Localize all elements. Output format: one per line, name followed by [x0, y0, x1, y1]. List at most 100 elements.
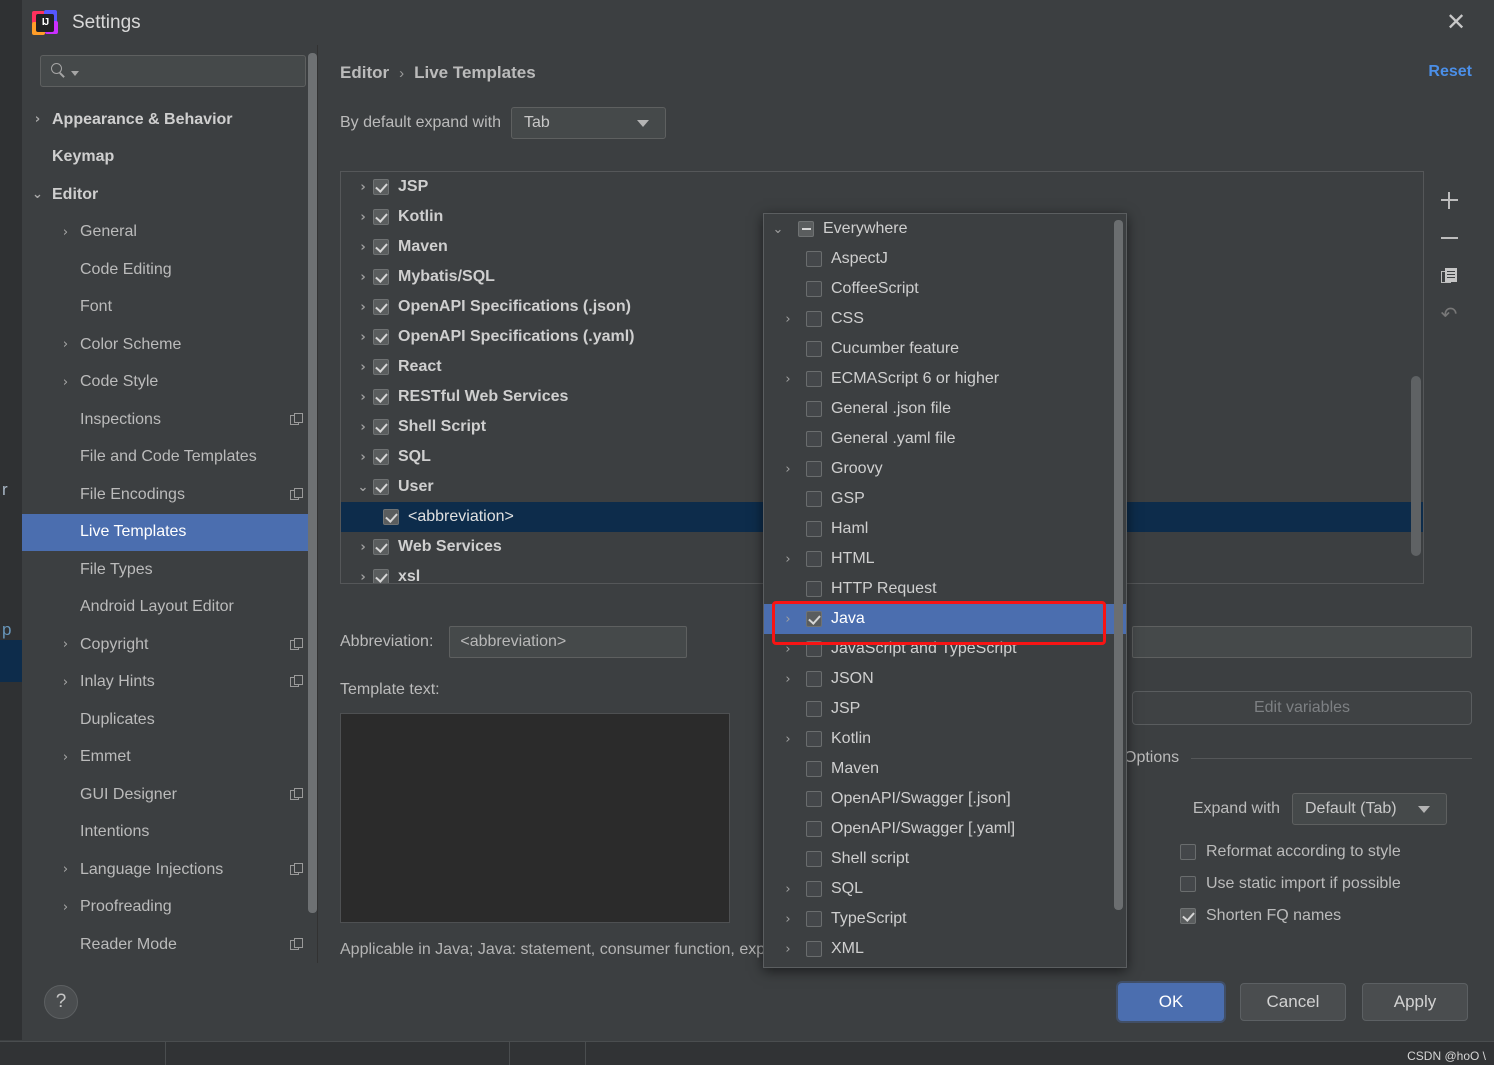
chevron-right-icon[interactable]: ›	[778, 942, 798, 957]
chevron-right-icon[interactable]: ›	[353, 240, 373, 255]
table-row[interactable]: › JSP	[341, 172, 1423, 202]
chevron-right-icon[interactable]: ›	[58, 750, 73, 765]
search-input[interactable]	[85, 62, 297, 80]
copy-settings-icon[interactable]	[290, 637, 304, 652]
chevron-right-icon[interactable]: ›	[353, 540, 373, 555]
sidebar-item-appearance-behavior[interactable]: › Appearance & Behavior	[22, 101, 318, 139]
chevron-right-icon[interactable]: ›	[778, 672, 798, 687]
checkbox-icon[interactable]	[798, 221, 814, 237]
list-item[interactable]: General .json file	[764, 394, 1126, 424]
sidebar-item-code-style[interactable]: › Code Style	[22, 364, 318, 402]
copy-settings-icon[interactable]	[290, 787, 304, 802]
checkbox-icon[interactable]	[806, 851, 822, 867]
chevron-right-icon[interactable]: ›	[58, 225, 73, 240]
list-item[interactable]: › JSON	[764, 664, 1126, 694]
chevron-right-icon[interactable]: ›	[58, 637, 73, 652]
checkbox-icon[interactable]	[806, 281, 822, 297]
expand-with-dropdown[interactable]: Default (Tab)	[1292, 793, 1447, 825]
list-item[interactable]: Haml	[764, 514, 1126, 544]
chevron-right-icon[interactable]: ›	[58, 375, 73, 390]
sidebar-item-file-types[interactable]: File Types	[22, 551, 318, 589]
duplicate-template-button[interactable]	[1434, 257, 1464, 295]
chevron-right-icon[interactable]: ›	[30, 112, 45, 127]
sidebar-item-keymap[interactable]: Keymap	[22, 139, 318, 177]
list-item[interactable]: › CSS	[764, 304, 1126, 334]
checkbox-icon[interactable]	[373, 269, 389, 285]
list-item[interactable]: General .yaml file	[764, 424, 1126, 454]
chevron-right-icon[interactable]: ›	[778, 882, 798, 897]
sidebar-item-file-encodings[interactable]: File Encodings	[22, 476, 318, 514]
checkbox-icon[interactable]	[1180, 908, 1196, 924]
ok-button[interactable]: OK	[1118, 983, 1224, 1021]
checkbox-icon[interactable]	[806, 671, 822, 687]
sidebar-item-file-and-code-templates[interactable]: File and Code Templates	[22, 439, 318, 477]
reset-link[interactable]: Reset	[1428, 63, 1472, 81]
sidebar-scrollbar[interactable]	[308, 45, 317, 963]
templates-tree-scrollbar[interactable]	[1411, 176, 1421, 579]
chevron-right-icon[interactable]: ›	[58, 900, 73, 915]
default-expand-dropdown[interactable]: Tab	[511, 107, 666, 139]
list-item[interactable]: ⌄ Everywhere	[764, 214, 1126, 244]
chevron-right-icon[interactable]: ›	[353, 450, 373, 465]
description-input[interactable]	[1132, 626, 1472, 658]
copy-settings-icon[interactable]	[290, 487, 304, 502]
checkbox-icon[interactable]	[806, 821, 822, 837]
sidebar-item-proofreading[interactable]: › Proofreading	[22, 889, 318, 927]
help-button[interactable]: ?	[44, 985, 78, 1019]
sidebar-item-editor[interactable]: ⌄ Editor	[22, 176, 318, 214]
checkbox-icon[interactable]	[806, 581, 822, 597]
checkbox-icon[interactable]	[806, 941, 822, 957]
chevron-right-icon[interactable]: ›	[353, 210, 373, 225]
chevron-right-icon[interactable]: ›	[778, 612, 798, 627]
checkbox-icon[interactable]	[806, 911, 822, 927]
chevron-right-icon[interactable]: ›	[778, 312, 798, 327]
chevron-right-icon[interactable]: ›	[353, 570, 373, 584]
copy-settings-icon[interactable]	[290, 862, 304, 877]
list-item[interactable]: Shell script	[764, 844, 1126, 874]
sidebar-item-gui-designer[interactable]: GUI Designer	[22, 776, 318, 814]
list-item[interactable]: JSP	[764, 694, 1126, 724]
chevron-right-icon[interactable]: ›	[353, 270, 373, 285]
checkbox-icon[interactable]	[373, 449, 389, 465]
list-item[interactable]: › XML	[764, 934, 1126, 964]
list-item[interactable]: › Java	[764, 604, 1126, 634]
abbreviation-input[interactable]	[449, 626, 688, 658]
chevron-down-icon[interactable]: ⌄	[353, 480, 373, 495]
chevron-right-icon[interactable]: ›	[353, 180, 373, 195]
breadcrumb-root[interactable]: Editor	[340, 63, 389, 83]
chevron-right-icon[interactable]: ›	[353, 360, 373, 375]
checkbox-icon[interactable]	[806, 371, 822, 387]
list-item[interactable]: HTTP Request	[764, 574, 1126, 604]
checkbox-icon[interactable]	[373, 419, 389, 435]
sidebar-item-emmet[interactable]: › Emmet	[22, 739, 318, 777]
list-item[interactable]: › SQL	[764, 874, 1126, 904]
language-popup-scrollbar[interactable]	[1114, 218, 1123, 963]
list-item[interactable]: › ECMAScript 6 or higher	[764, 364, 1126, 394]
checkbox-icon[interactable]	[806, 701, 822, 717]
chevron-right-icon[interactable]: ›	[353, 330, 373, 345]
list-item[interactable]: CoffeeScript	[764, 274, 1126, 304]
checkbox-icon[interactable]	[806, 461, 822, 477]
list-item[interactable]: AspectJ	[764, 244, 1126, 274]
sidebar-item-live-templates[interactable]: Live Templates	[22, 513, 318, 551]
copy-settings-icon[interactable]	[290, 412, 304, 427]
checkbox-icon[interactable]	[373, 569, 389, 583]
chevron-right-icon[interactable]: ›	[778, 552, 798, 567]
checkbox-icon[interactable]	[373, 539, 389, 555]
language-popup-scroll-thumb[interactable]	[1114, 220, 1123, 910]
sidebar-item-language-injections[interactable]: › Language Injections	[22, 851, 318, 889]
add-template-button[interactable]	[1434, 181, 1464, 219]
sidebar-item-inlay-hints[interactable]: › Inlay Hints	[22, 664, 318, 702]
language-context-popup[interactable]: ⌄ Everywhere AspectJ CoffeeScript › CSS Cucumb…	[763, 213, 1127, 968]
checkbox-icon[interactable]	[806, 491, 822, 507]
sidebar-item-inspections[interactable]: Inspections	[22, 401, 318, 439]
list-item[interactable]: OpenAPI/Swagger [.json]	[764, 784, 1126, 814]
checkbox-icon[interactable]	[806, 311, 822, 327]
list-item[interactable]: OpenAPI/Swagger [.yaml]	[764, 814, 1126, 844]
chevron-right-icon[interactable]: ›	[58, 862, 73, 877]
chevron-right-icon[interactable]: ›	[778, 642, 798, 657]
checkbox-icon[interactable]	[383, 509, 399, 525]
close-icon[interactable]: ✕	[1436, 8, 1476, 38]
checkbox-icon[interactable]	[373, 209, 389, 225]
sidebar-item-copyright[interactable]: › Copyright	[22, 626, 318, 664]
